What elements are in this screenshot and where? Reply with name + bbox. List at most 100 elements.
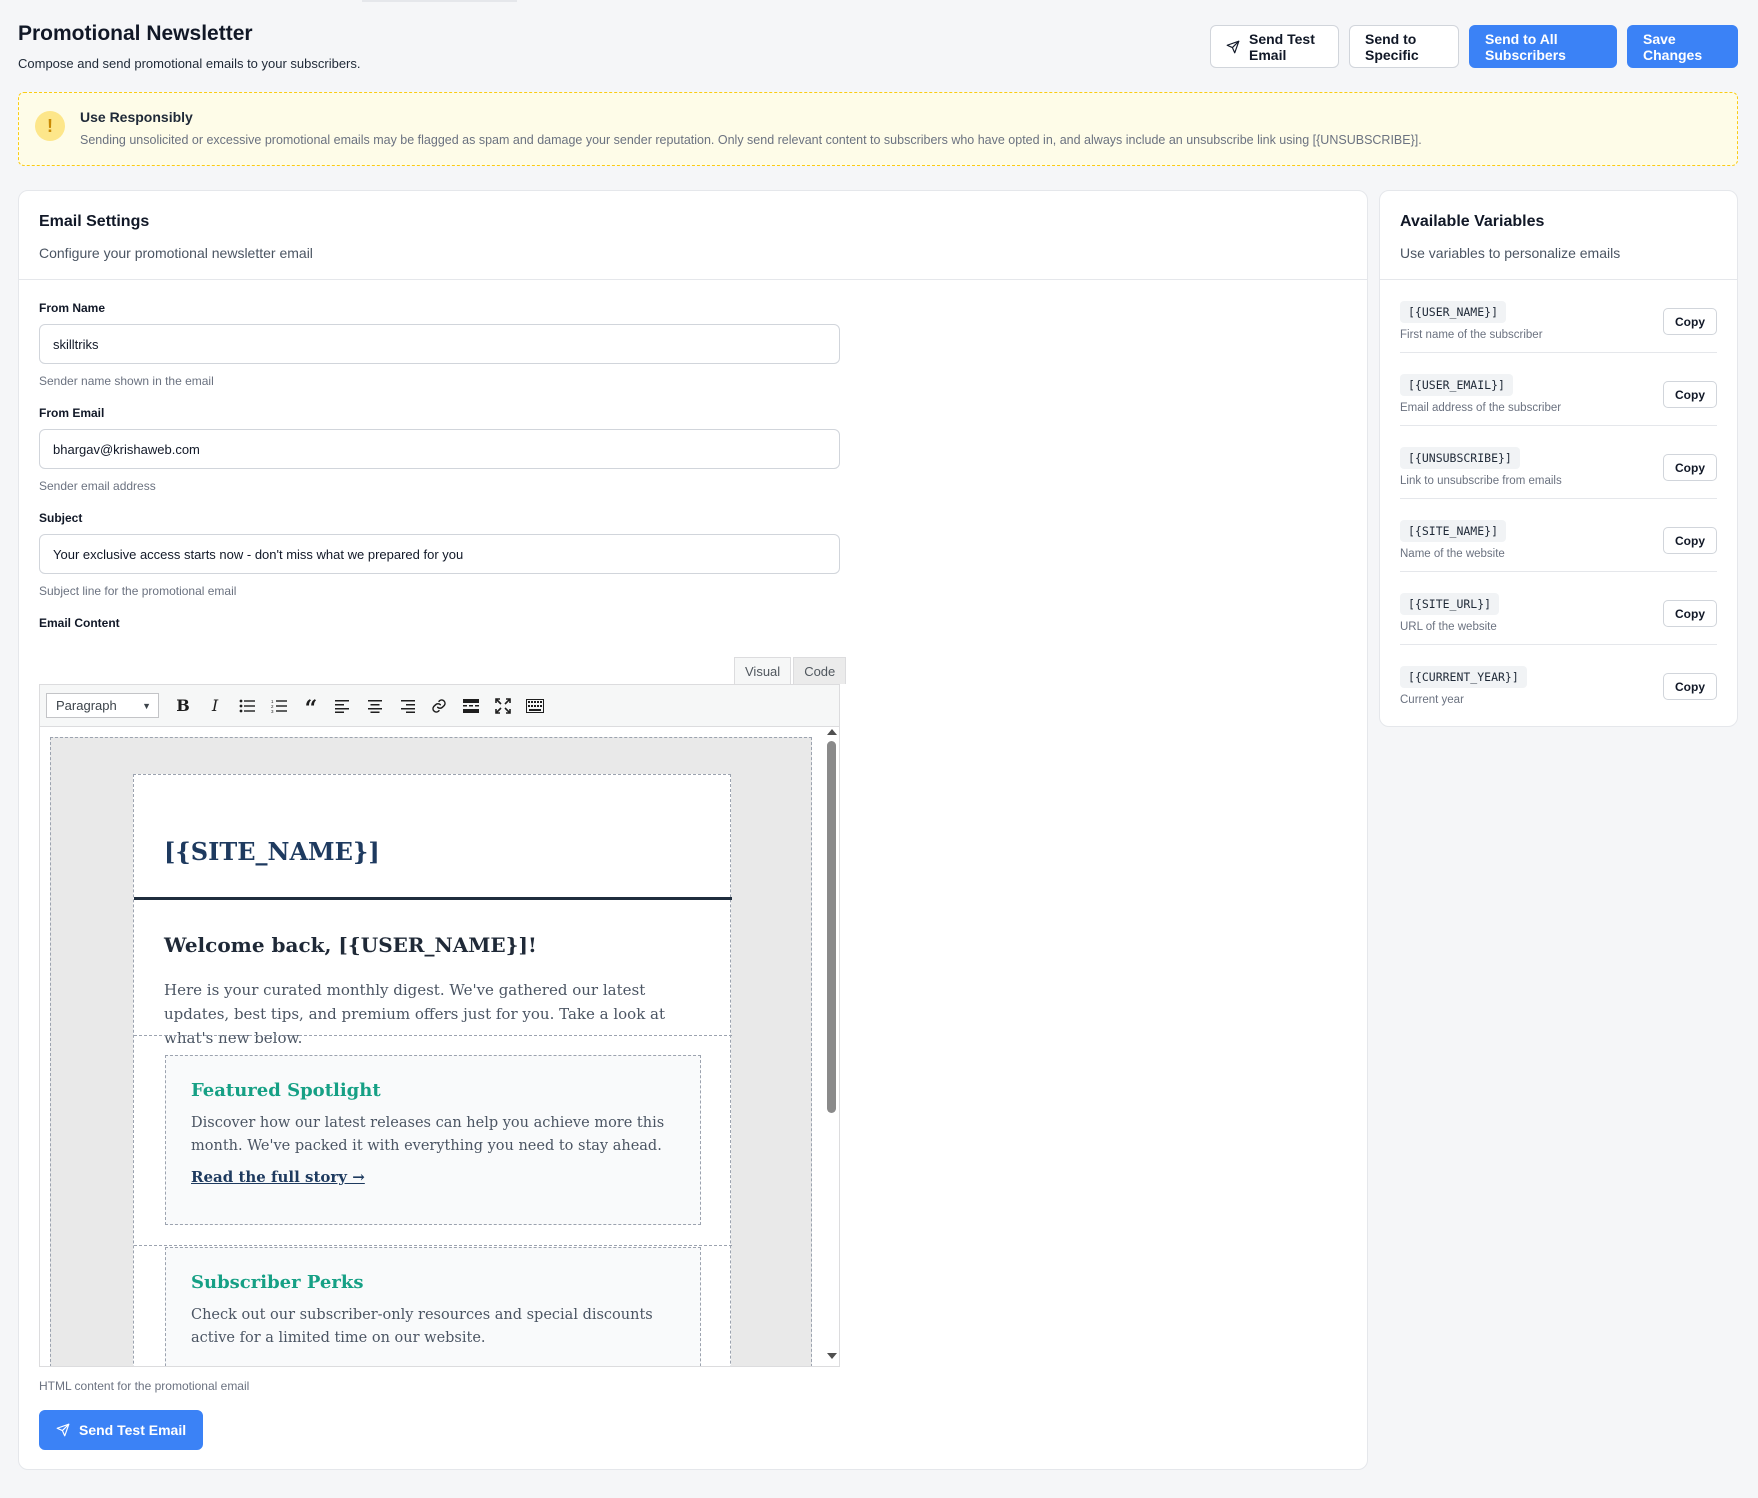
format-select[interactable]: Paragraph ▼	[46, 693, 159, 718]
email-welcome-heading: Welcome back, [{USER_NAME}]!	[164, 933, 537, 957]
editor-content-area[interactable]: [{SITE_NAME}] Welcome back, [{USER_NAME}…	[40, 727, 839, 1366]
copy-button[interactable]: Copy	[1663, 600, 1717, 627]
email-settings-title: Email Settings	[39, 213, 150, 230]
from-name-input[interactable]: skilltriks	[39, 324, 840, 364]
variable-row: [{CURRENT_YEAR}] Current year Copy	[1400, 645, 1717, 718]
read-more-icon[interactable]	[457, 692, 485, 720]
send-icon	[56, 1423, 70, 1437]
copy-button[interactable]: Copy	[1663, 454, 1717, 481]
bullet-list-icon[interactable]	[233, 692, 261, 720]
scroll-up-icon[interactable]	[827, 729, 837, 735]
copy-button[interactable]: Copy	[1663, 308, 1717, 335]
from-name-label: From Name	[39, 301, 106, 315]
featured-text: Discover how our latest releases can hel…	[191, 1115, 665, 1154]
tab-code[interactable]: Code	[793, 657, 847, 684]
page-title: Promotional Newsletter	[18, 22, 253, 45]
link-icon[interactable]	[425, 692, 453, 720]
variable-description: Name of the website	[1400, 548, 1505, 560]
perks-box: Subscriber Perks Check out our subscribe…	[165, 1247, 701, 1366]
section-divider	[134, 1035, 732, 1036]
copy-button[interactable]: Copy	[1663, 381, 1717, 408]
email-settings-card: Email Settings Configure your promotiona…	[18, 190, 1368, 1470]
variable-description: URL of the website	[1400, 621, 1497, 633]
warning-alert: ! Use Responsibly Sending unsolicited or…	[18, 92, 1738, 166]
alert-text: Sending unsolicited or excessive promoti…	[80, 133, 1422, 147]
page-subtitle: Compose and send promotional emails to y…	[18, 56, 361, 71]
email-settings-header: Email Settings Configure your promotiona…	[19, 191, 1367, 280]
editor-toolbar: Paragraph ▼ B I 123 “	[40, 685, 839, 727]
variable-description: Link to unsubscribe from emails	[1400, 475, 1562, 487]
warning-icon: !	[35, 111, 65, 141]
subject-label: Subject	[39, 511, 83, 525]
send-to-all-label: Send to All Subscribers	[1485, 30, 1566, 63]
email-content-help: HTML content for the promotional email	[39, 1379, 250, 1393]
send-test-email-bottom-label: Send Test Email	[79, 1422, 187, 1438]
variables-description: Use variables to personalize emails	[1400, 245, 1621, 261]
variable-code: [{CURRENT_YEAR}]	[1400, 666, 1527, 688]
subject-input[interactable]: Your exclusive access starts now - don't…	[39, 534, 840, 574]
tab-visual[interactable]: Visual	[734, 657, 792, 684]
from-name-value: skilltriks	[53, 336, 99, 352]
alert-title: Use Responsibly	[80, 109, 193, 125]
bold-icon[interactable]: B	[169, 692, 197, 720]
send-icon	[1226, 40, 1240, 54]
scroll-down-icon[interactable]	[827, 1353, 837, 1359]
featured-link[interactable]: Read the full story →	[191, 1168, 365, 1186]
perks-title: Subscriber Perks	[191, 1272, 364, 1293]
variable-description: First name of the subscriber	[1400, 329, 1543, 341]
perks-text: Check out our subscriber-only resources …	[191, 1307, 653, 1346]
email-settings-description: Configure your promotional newsletter em…	[39, 245, 313, 261]
scroll-thumb[interactable]	[827, 741, 836, 1113]
variables-list: [{USER_NAME}] First name of the subscrib…	[1380, 280, 1737, 718]
email-body: [{SITE_NAME}] Welcome back, [{USER_NAME}…	[133, 774, 732, 1366]
variable-row: [{SITE_NAME}] Name of the website Copy	[1400, 499, 1717, 572]
svg-text:3: 3	[271, 709, 274, 713]
variable-code: [{SITE_NAME}]	[1400, 520, 1507, 542]
email-content-editor: Paragraph ▼ B I 123 “ [{SITE_NAME}] Welc…	[39, 684, 840, 1367]
available-variables-card: Available Variables Use variables to per…	[1379, 190, 1738, 727]
blockquote-icon[interactable]: “	[297, 692, 325, 722]
variable-row: [{USER_NAME}] First name of the subscrib…	[1400, 280, 1717, 353]
variable-row: [{SITE_URL}] URL of the website Copy	[1400, 572, 1717, 645]
align-right-icon[interactable]	[393, 692, 421, 720]
from-name-help: Sender name shown in the email	[39, 374, 214, 388]
save-changes-button[interactable]: Save Changes	[1627, 25, 1738, 68]
send-to-all-button[interactable]: Send to All Subscribers	[1469, 25, 1617, 68]
send-test-email-bottom-button[interactable]: Send Test Email	[39, 1410, 204, 1450]
numbered-list-icon[interactable]: 123	[265, 692, 293, 720]
email-intro-text: Here is your curated monthly digest. We'…	[164, 981, 666, 1047]
email-site-name: [{SITE_NAME}]	[164, 837, 380, 866]
section-divider	[134, 1245, 732, 1246]
copy-button[interactable]: Copy	[1663, 527, 1717, 554]
email-content-label: Email Content	[39, 616, 120, 630]
send-test-email-button[interactable]: Send Test Email	[1210, 25, 1339, 68]
variable-description: Email address of the subscriber	[1400, 402, 1562, 414]
fullscreen-icon[interactable]	[489, 692, 517, 720]
send-to-specific-button[interactable]: Send to Specific	[1349, 25, 1459, 68]
featured-title: Featured Spotlight	[191, 1080, 381, 1101]
variables-header: Available Variables Use variables to per…	[1380, 191, 1737, 280]
from-email-value: bhargav@krishaweb.com	[53, 441, 200, 457]
from-email-input[interactable]: bhargav@krishaweb.com	[39, 429, 840, 469]
page-header: Promotional Newsletter Compose and send …	[18, 20, 1738, 71]
send-to-specific-label: Send to Specific	[1365, 30, 1419, 63]
header-actions: Send Test Email Send to Specific Send to…	[1210, 25, 1738, 68]
variables-title: Available Variables	[1400, 213, 1545, 230]
toolbar-toggle-icon[interactable]	[521, 692, 549, 720]
subject-help: Subject line for the promotional email	[39, 584, 237, 598]
italic-icon[interactable]: I	[201, 692, 229, 720]
copy-button[interactable]: Copy	[1663, 673, 1717, 700]
align-center-icon[interactable]	[361, 692, 389, 720]
editor-tabs: Visual Code	[734, 657, 847, 684]
save-changes-label: Save Changes	[1643, 30, 1703, 63]
header-rule	[134, 897, 732, 900]
email-outer-table: [{SITE_NAME}] Welcome back, [{USER_NAME}…	[50, 737, 812, 1366]
variable-row: [{UNSUBSCRIBE}] Link to unsubscribe from…	[1400, 426, 1717, 499]
variable-row: [{USER_EMAIL}] Email address of the subs…	[1400, 353, 1717, 426]
from-email-label: From Email	[39, 406, 105, 420]
editor-scrollbar[interactable]	[824, 727, 839, 1366]
variable-description: Current year	[1400, 694, 1464, 706]
top-divider	[362, 0, 517, 2]
align-left-icon[interactable]	[329, 692, 357, 720]
subject-value: Your exclusive access starts now - don't…	[53, 546, 464, 562]
